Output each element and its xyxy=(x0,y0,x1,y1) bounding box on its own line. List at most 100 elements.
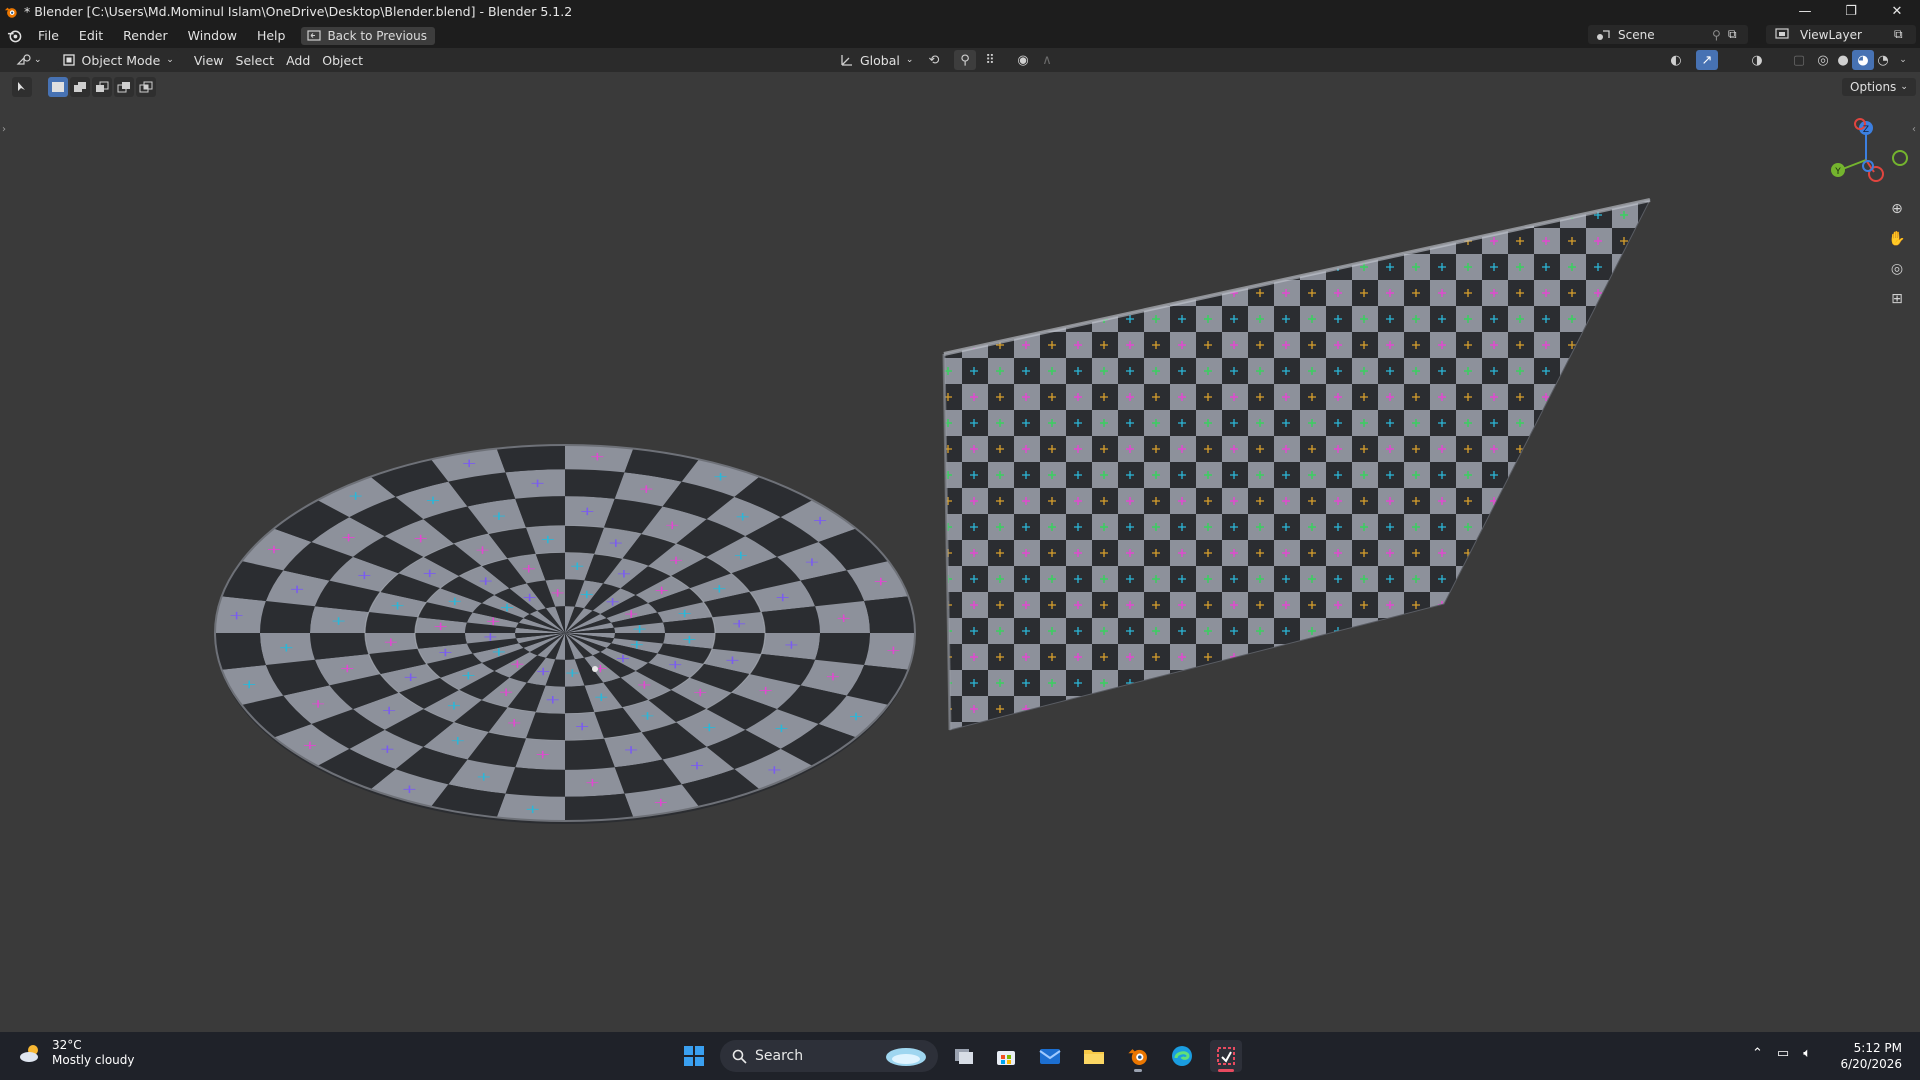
overlay-toggle-icon[interactable]: ◑ xyxy=(1746,50,1768,70)
chevron-down-icon: ⌄ xyxy=(905,55,914,65)
weather-widget[interactable]: 32°C Mostly cloudy xyxy=(18,1038,135,1068)
restore-button[interactable]: ❐ xyxy=(1828,0,1874,23)
editor-type-selector[interactable]: ⌄ xyxy=(10,50,48,70)
blender-logo-icon xyxy=(4,7,17,18)
back-to-previous-label: Back to Previous xyxy=(327,28,427,43)
ortho-grid-icon[interactable]: ⊞ xyxy=(1884,286,1910,312)
disc-checker-cell xyxy=(565,469,625,499)
microsoft-store-button[interactable] xyxy=(990,1040,1022,1072)
task-view-button[interactable] xyxy=(948,1040,980,1072)
close-button[interactable]: ✕ xyxy=(1874,0,1920,23)
viewport-scene xyxy=(210,198,1651,824)
disc-checker-cell xyxy=(864,633,915,671)
mail-icon xyxy=(1039,1049,1061,1064)
cursor-icon xyxy=(18,82,25,91)
disc-checker-cell xyxy=(864,595,915,633)
taskbar-search[interactable]: Search xyxy=(720,1040,938,1072)
network-icon[interactable]: ▭ xyxy=(1777,1046,1789,1061)
blender-taskbar-button[interactable] xyxy=(1122,1040,1154,1072)
camera-view-icon[interactable]: ◎ xyxy=(1884,256,1910,282)
screen-icon xyxy=(307,30,322,41)
disc-checker-cell xyxy=(505,469,565,499)
wireframe-shading-icon[interactable]: ◎ xyxy=(1812,50,1834,70)
mode-extend-button[interactable] xyxy=(70,77,90,97)
gizmo-toggle-icon[interactable]: ↗ xyxy=(1696,50,1718,70)
menu-object[interactable]: Object xyxy=(316,50,369,70)
axis-icon xyxy=(841,55,852,66)
file-explorer-button[interactable] xyxy=(1078,1040,1110,1072)
disc-mesh[interactable] xyxy=(210,442,920,824)
rendered-shading-icon[interactable]: ◔ xyxy=(1872,50,1894,70)
search-icon xyxy=(732,1049,747,1064)
snipping-tool-icon xyxy=(1217,1047,1235,1065)
window-title-bar: * Blender [C:\Users\Md.Mominul Islam\One… xyxy=(0,0,1920,23)
chevron-down-icon[interactable]: ⌄ xyxy=(1892,50,1914,70)
options-label: Options xyxy=(1850,80,1897,94)
task-view-icon xyxy=(955,1049,973,1064)
object-mode-icon xyxy=(62,54,75,66)
pin-icon[interactable]: ⚲ xyxy=(1712,28,1728,42)
select-intersect-icon xyxy=(139,81,153,93)
visibility-icon[interactable]: ◐ xyxy=(1662,50,1690,70)
mode-subtract-button[interactable] xyxy=(92,77,112,97)
options-dropdown[interactable]: Options ⌄ xyxy=(1842,78,1916,96)
mode-selector[interactable]: Object Mode ⌄ xyxy=(55,50,180,70)
proportional-editing-icon[interactable]: ◉ xyxy=(1012,50,1034,70)
select-tool-button[interactable] xyxy=(12,77,32,97)
start-button[interactable] xyxy=(678,1040,710,1072)
new-viewlayer-icon[interactable]: ⧉ xyxy=(1894,27,1916,42)
toolbar-expand-icon[interactable]: › xyxy=(2,124,6,135)
viewport-header: ⌄ Object Mode ⌄ View Select Add Object G… xyxy=(0,48,1920,72)
disc-checker-cell xyxy=(815,633,870,665)
menu-file[interactable]: File xyxy=(28,28,69,43)
weather-condition: Mostly cloudy xyxy=(52,1053,135,1067)
pan-hand-icon[interactable]: ✋ xyxy=(1884,226,1910,252)
outlook-button[interactable] xyxy=(1034,1040,1066,1072)
search-highlight-icon xyxy=(886,1048,926,1066)
windows-logo-icon xyxy=(684,1046,704,1066)
clock-date: 6/20/2026 xyxy=(1840,1057,1902,1071)
menu-render[interactable]: Render xyxy=(113,28,178,43)
pivot-point-icon[interactable]: ⟲ xyxy=(920,50,948,70)
new-scene-icon[interactable]: ⧉ xyxy=(1728,27,1748,42)
3d-viewport[interactable]: › ‹ Z Y ⊕ ✋ ◎ ⊞ xyxy=(0,72,1920,1032)
back-to-previous-button[interactable]: Back to Previous xyxy=(301,26,435,45)
blender-logo-icon xyxy=(1128,1049,1147,1065)
menu-help[interactable]: Help xyxy=(247,28,296,43)
select-invert-icon xyxy=(117,82,130,93)
mode-set-button[interactable] xyxy=(48,77,68,97)
mode-intersect-button[interactable] xyxy=(136,77,156,97)
edge-button[interactable] xyxy=(1166,1040,1198,1072)
minimize-button[interactable]: — xyxy=(1782,0,1828,23)
mode-invert-button[interactable] xyxy=(114,77,134,97)
chevron-down-icon: ⌄ xyxy=(34,55,42,65)
menu-add[interactable]: Add xyxy=(280,50,316,70)
snipping-tool-button[interactable] xyxy=(1210,1040,1242,1072)
material-preview-shading-icon[interactable]: ◕ xyxy=(1852,50,1874,70)
menu-edit[interactable]: Edit xyxy=(69,28,113,43)
menu-view[interactable]: View xyxy=(188,50,230,70)
menu-select[interactable]: Select xyxy=(230,50,281,70)
folder-icon xyxy=(1084,1050,1104,1064)
volume-icon[interactable]: 🔈︎ xyxy=(1803,1046,1811,1061)
plane-mesh[interactable] xyxy=(942,198,1651,731)
search-placeholder: Search xyxy=(755,1048,804,1064)
blender-menu-icon[interactable] xyxy=(0,28,28,43)
xray-toggle-icon[interactable]: ▢ xyxy=(1788,50,1810,70)
menu-window[interactable]: Window xyxy=(178,28,247,43)
weather-temperature: 32°C xyxy=(52,1038,82,1052)
taskbar-clock[interactable]: 5:12 PM 6/20/2026 xyxy=(1840,1040,1902,1072)
transform-orientation-selector[interactable]: Global ⌄ xyxy=(834,50,919,70)
scene-selector[interactable]: Scene ⚲ ⧉ xyxy=(1588,25,1748,44)
navigation-gizmo[interactable]: Z Y xyxy=(1822,116,1916,200)
snap-toggle-icon[interactable]: ⚲ xyxy=(954,50,976,70)
falloff-icon[interactable]: ∧ xyxy=(1036,50,1058,70)
solid-shading-icon[interactable]: ● xyxy=(1832,50,1854,70)
chevron-down-icon: ⌄ xyxy=(1900,82,1908,92)
snap-target-icon[interactable]: ⠿ xyxy=(976,50,1004,70)
cloud-sun-icon xyxy=(20,1045,38,1062)
viewlayer-selector[interactable]: ViewLayer ⧉ xyxy=(1766,25,1916,44)
show-hidden-icons-icon[interactable]: ⌃ xyxy=(1752,1046,1763,1061)
viewlayer-icon xyxy=(1766,28,1800,41)
zoom-icon[interactable]: ⊕ xyxy=(1884,196,1910,222)
